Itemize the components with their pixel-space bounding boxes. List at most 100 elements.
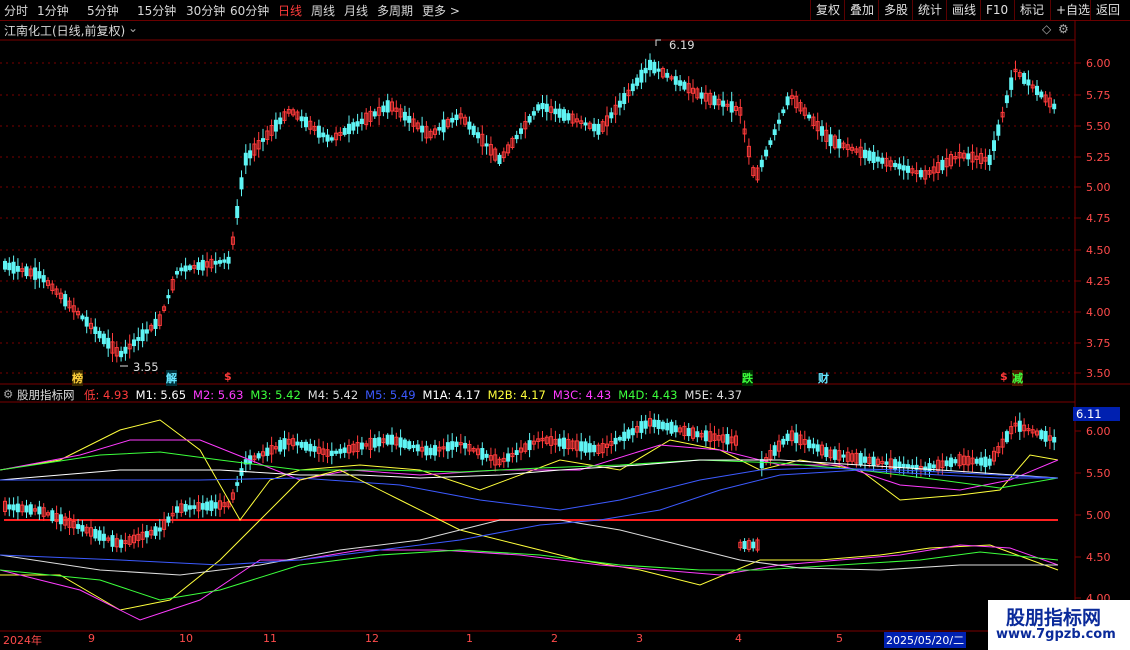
kline-chart[interactable] — [0, 0, 1130, 650]
ind-candle-body — [7, 504, 12, 510]
candle-body — [635, 77, 640, 86]
chevron-down-icon[interactable]: ⌄ — [128, 21, 138, 35]
candle-body — [875, 156, 880, 162]
ind-candle-body — [617, 436, 622, 441]
candle-body — [906, 165, 910, 173]
ind-candle-body — [372, 438, 377, 448]
candle-body — [437, 127, 442, 131]
ind-candle-body — [153, 526, 158, 536]
candle-body — [759, 159, 764, 168]
ind-candle-body — [411, 444, 416, 449]
indicator-value: M2B: 4.17 — [487, 388, 546, 402]
cursor-date-label: 2025/05/20/二 — [884, 632, 967, 648]
candle-body — [119, 350, 124, 358]
settings-gear-icon[interactable]: ⚙ — [1058, 22, 1069, 36]
ind-candle-body — [50, 510, 55, 522]
candle-body — [630, 83, 635, 92]
candle-body — [673, 76, 678, 85]
event-flag-list[interactable]: 榜 — [72, 370, 83, 386]
candle-body — [566, 113, 571, 121]
event-flag-unlock[interactable]: 解 — [166, 370, 177, 386]
indicator-y-tick: 6.00 — [1086, 425, 1111, 438]
ind-candle-body — [97, 530, 102, 541]
indicator-value: M3: 5.42 — [250, 388, 301, 402]
candle-body — [355, 121, 360, 127]
ind-candle-body — [583, 441, 588, 453]
candle-body — [299, 116, 304, 122]
y-tick: 4.25 — [1086, 275, 1111, 288]
indicator-gear-icon[interactable]: ⚙ — [3, 387, 13, 401]
candle-body — [648, 59, 652, 71]
ind-candle-body — [480, 448, 485, 460]
ind-candle-body — [76, 524, 81, 529]
ind-candle-body — [424, 445, 429, 456]
settings-diamond-icon[interactable]: ◇ — [1042, 22, 1051, 36]
candle-body — [665, 72, 670, 78]
ind-candle-body — [665, 422, 670, 431]
x-tick: 5 — [836, 632, 843, 645]
candle-body — [901, 165, 906, 171]
event-flag-drop[interactable]: 跌 — [742, 370, 753, 386]
ind-candle-body — [157, 527, 162, 532]
candle-body — [484, 143, 489, 147]
candle-body — [97, 330, 102, 339]
candle-body — [622, 93, 627, 105]
candle-body — [15, 265, 20, 272]
ind-candle-body — [24, 505, 29, 513]
ind-candle-body — [433, 445, 437, 456]
candle-body — [41, 275, 46, 283]
y-tick: 5.50 — [1086, 120, 1111, 133]
y-tick: 4.50 — [1086, 244, 1111, 257]
ind-candle-body — [445, 442, 450, 452]
ind-candle-body — [824, 447, 829, 458]
candle-body — [183, 265, 188, 272]
x-tick: 1 — [466, 632, 473, 645]
candle-body — [101, 333, 106, 345]
high-price-label: 6.19 — [669, 38, 695, 52]
y-tick: 6.00 — [1086, 57, 1111, 70]
ind-candle-body — [390, 434, 394, 445]
ind-candle-body — [949, 457, 953, 467]
candle-body — [144, 329, 149, 334]
candle-body — [239, 177, 244, 190]
event-flag-finance[interactable]: 财 — [818, 370, 829, 386]
candle-body — [557, 108, 562, 118]
candle-body — [729, 101, 734, 113]
candle-body — [106, 337, 111, 349]
ind-candle-body — [652, 419, 657, 428]
ind-candle-body — [11, 504, 16, 511]
candle-body — [781, 109, 786, 114]
candle-body — [863, 149, 867, 159]
ind-candle-body — [295, 441, 300, 446]
candle-body — [454, 114, 459, 121]
indicator-value: M2: 5.63 — [193, 388, 244, 402]
candle-body — [992, 140, 996, 151]
ind-candle-body — [338, 448, 343, 454]
ind-candle-body — [398, 437, 403, 448]
event-flag-dividend[interactable]: $ — [224, 370, 232, 383]
indicator-value: M1A: 4.17 — [422, 388, 481, 402]
event-flag-reduce[interactable]: 减 — [1012, 370, 1023, 386]
x-tick: 3 — [636, 632, 643, 645]
ind-candle-body — [256, 453, 261, 459]
ind-candle-body — [785, 433, 790, 442]
candle-body — [372, 111, 377, 117]
ind-candle-body — [192, 505, 197, 509]
candle-body — [476, 132, 480, 139]
event-flag-dividend[interactable]: $ — [1000, 370, 1008, 383]
ind-candle-body — [415, 444, 420, 452]
watermark-title: 股朋指标网 — [1006, 607, 1102, 629]
candle-body — [385, 100, 390, 113]
y-tick: 5.75 — [1086, 89, 1111, 102]
ind-candle-body — [407, 441, 412, 450]
ind-candle-body — [527, 440, 532, 451]
ind-candle-body — [506, 453, 511, 462]
candle-body — [402, 111, 407, 121]
indicator-line — [0, 544, 1059, 621]
candle-body — [273, 119, 278, 132]
ind-candle-body — [144, 531, 149, 538]
y-tick: 3.50 — [1086, 367, 1111, 380]
ind-candle-body — [841, 454, 846, 458]
candle-body — [450, 117, 455, 123]
x-tick: 11 — [263, 632, 277, 645]
